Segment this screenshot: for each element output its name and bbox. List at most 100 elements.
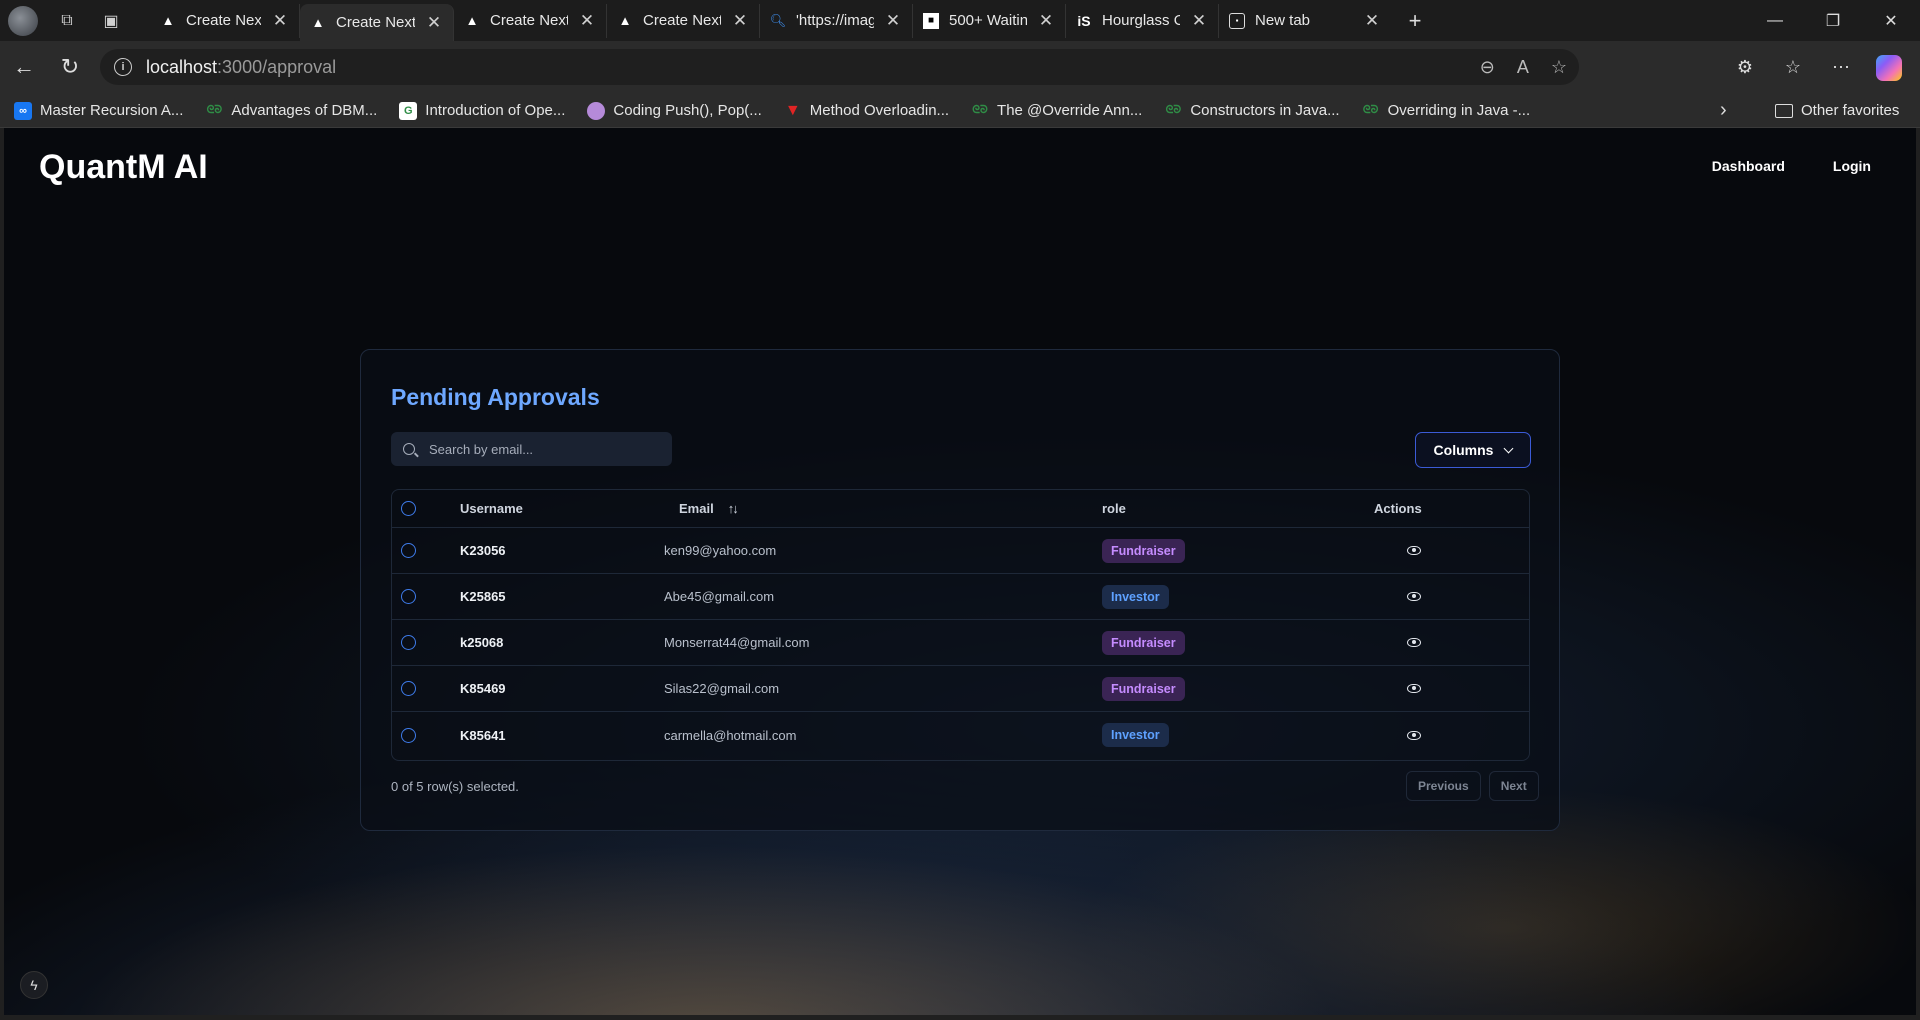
bookmark-3[interactable]: Coding Push(), Pop(...	[587, 101, 762, 120]
bookmark-label: Constructors in Java...	[1190, 102, 1340, 119]
view-button[interactable]	[1407, 638, 1421, 647]
tab-3[interactable]: ▲ Create Next App ✕	[607, 3, 760, 38]
other-favorites[interactable]: Other favorites	[1775, 102, 1899, 119]
info-icon[interactable]: i	[114, 58, 132, 76]
close-icon[interactable]: ✕	[884, 11, 902, 31]
bookmark-1[interactable]: ᘓᘐ Advantages of DBM...	[205, 102, 378, 120]
workspaces-icon[interactable]: ⧉	[52, 6, 82, 36]
chevron-right-icon[interactable]: ›	[1720, 99, 1727, 122]
close-icon[interactable]: ✕	[1190, 11, 1208, 31]
close-icon[interactable]: ✕	[271, 11, 289, 31]
bookmark-5[interactable]: ᘓᘐ The @Override Ann...	[971, 102, 1142, 120]
next-triangle-icon: ▲	[465, 13, 479, 28]
row-checkbox[interactable]	[401, 589, 416, 604]
profile-avatar[interactable]	[8, 5, 38, 36]
other-favorites-label: Other favorites	[1801, 102, 1900, 119]
next-button[interactable]: Next	[1488, 771, 1539, 801]
cell-email: ken99@yahoo.com	[664, 543, 777, 558]
gfg-icon: ᘓᘐ	[206, 104, 223, 116]
approvals-table: Username Email ↑↓ role Actions K23056 ken…	[391, 489, 1530, 761]
address-bar-row: ← ↻ i localhost:3000/approval ⊖ A ☆ ⚙ ☆ …	[0, 41, 1920, 94]
url-input[interactable]: i localhost:3000/approval ⊖ A ☆	[100, 49, 1579, 85]
bookmark-6[interactable]: ᘓᘐ Constructors in Java...	[1164, 102, 1340, 120]
read-aloud-icon[interactable]: A	[1517, 57, 1529, 78]
table-header: Username Email ↑↓ role Actions	[392, 490, 1529, 528]
close-icon[interactable]: ✕	[731, 11, 749, 31]
tab-2[interactable]: ▲ Create Next App ✕	[454, 3, 607, 38]
gfg-icon: ᘓᘐ	[1362, 104, 1379, 116]
cell-email: carmella@hotmail.com	[664, 727, 797, 743]
bookmark-label: Introduction of Ope...	[425, 102, 566, 119]
bookmark-label: Advantages of DBM...	[231, 102, 378, 119]
search-input[interactable]	[429, 441, 659, 457]
header-email[interactable]: Email ↑↓	[679, 501, 739, 516]
next-triangle-icon: ▲	[618, 13, 632, 28]
vertical-tabs-icon[interactable]: ▣	[96, 6, 126, 36]
close-icon[interactable]: ✕	[425, 13, 443, 33]
favorites-icon[interactable]: ☆	[1778, 53, 1808, 83]
tab-0[interactable]: ▲ Create Next App ✕	[150, 3, 300, 38]
row-checkbox[interactable]	[401, 681, 416, 696]
refresh-icon[interactable]: ↻	[48, 49, 92, 85]
header-email-label: Email	[679, 501, 714, 516]
bookmark-7[interactable]: ᘓᘐ Overriding in Java -...	[1362, 102, 1531, 120]
url-host: localhost	[146, 56, 218, 77]
row-checkbox[interactable]	[401, 727, 416, 743]
cell-username: K85469	[460, 681, 506, 696]
table-row: K23056 ken99@yahoo.com Fundraiser	[392, 528, 1529, 574]
header-username: Username	[460, 501, 523, 516]
close-icon[interactable]: ✕	[1363, 11, 1381, 31]
columns-button[interactable]: Columns	[1415, 432, 1531, 468]
view-button[interactable]	[1407, 730, 1421, 740]
previous-button[interactable]: Previous	[1406, 771, 1481, 801]
tab-title: Hourglass On Ca	[1102, 12, 1180, 29]
tab-5[interactable]: ■ 500+ Waiting Im ✕	[913, 3, 1066, 38]
tab-title: 500+ Waiting Im	[949, 12, 1027, 29]
tab-6[interactable]: iS Hourglass On Ca ✕	[1066, 3, 1219, 38]
avatar-icon	[587, 101, 606, 120]
minimize-icon[interactable]: —	[1746, 0, 1804, 41]
back-arrow-icon[interactable]: ←	[2, 49, 46, 85]
tab-4[interactable]: 🔍︎ 'https://images.u ✕	[760, 3, 913, 38]
favorite-star-icon[interactable]: ☆	[1551, 57, 1567, 78]
tab-1[interactable]: ▲ Create Next App ✕	[300, 4, 454, 41]
tab-title: Create Next App	[490, 12, 568, 29]
bookmark-label: Overriding in Java -...	[1387, 102, 1531, 119]
window-close-icon[interactable]: ✕	[1862, 0, 1920, 41]
istock-icon: iS	[1077, 12, 1091, 29]
select-all-checkbox[interactable]	[401, 501, 416, 516]
close-icon[interactable]: ✕	[578, 11, 596, 31]
extensions-icon[interactable]: ⚙	[1730, 53, 1760, 83]
bookmark-label: Method Overloadin...	[809, 102, 950, 119]
new-tab-plus-icon[interactable]: +	[1397, 6, 1433, 36]
url-path: :3000/approval	[217, 56, 337, 77]
columns-label: Columns	[1433, 442, 1494, 458]
close-icon[interactable]: ✕	[1037, 11, 1055, 31]
nav-dashboard-link[interactable]: Dashboard	[1712, 158, 1785, 174]
zoom-out-icon[interactable]: ⊖	[1480, 57, 1495, 78]
header-role: role	[1102, 501, 1126, 516]
bookmark-2[interactable]: G Introduction of Ope...	[399, 101, 566, 120]
view-button[interactable]	[1407, 684, 1421, 693]
search-field[interactable]	[391, 432, 672, 466]
view-button[interactable]	[1407, 592, 1421, 601]
row-checkbox[interactable]	[401, 635, 416, 650]
tab-title: New tab	[1255, 12, 1311, 29]
row-checkbox[interactable]	[401, 543, 416, 558]
bookmark-0[interactable]: ∞ Master Recursion A...	[14, 101, 183, 120]
gfg-icon: ᘓᘐ	[1165, 104, 1182, 116]
top-nav: Dashboard Login	[1712, 158, 1871, 174]
unsplash-icon: ■	[923, 12, 939, 29]
brand-logo[interactable]: QuantM AI	[39, 148, 208, 187]
bookmark-4[interactable]: ▼ Method Overloadin...	[784, 102, 949, 120]
sort-icon[interactable]: ↑↓	[728, 501, 739, 516]
view-button[interactable]	[1407, 546, 1421, 555]
tab-7[interactable]: ▪ New tab ✕	[1219, 4, 1391, 38]
gfg-icon: ᘓᘐ	[972, 104, 988, 116]
more-menu-icon[interactable]: ⋯	[1826, 53, 1856, 83]
lightning-icon[interactable]: ϟ	[20, 971, 48, 999]
bookmark-label: Coding Push(), Pop(...	[613, 102, 762, 119]
nav-login-link[interactable]: Login	[1833, 158, 1871, 174]
copilot-icon[interactable]	[1874, 53, 1904, 83]
restore-icon[interactable]: ❐	[1804, 0, 1862, 41]
